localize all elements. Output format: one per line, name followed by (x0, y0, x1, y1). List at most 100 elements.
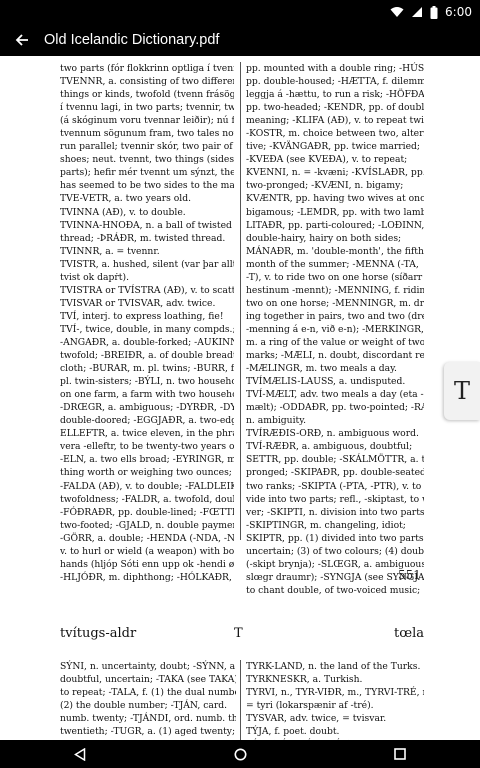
text-line: month of the summer; -MENNA (-TA, (246, 258, 419, 270)
text-line: thread; -ÞRÁÐR, m. twisted thread. (60, 232, 226, 244)
nav-recents-button[interactable] (320, 740, 480, 768)
text-line: m. a ring of the value or weight of two (246, 336, 424, 348)
navigation-bar (0, 740, 480, 768)
wifi-icon (390, 7, 404, 17)
text-line: parts); hefir mér tvennt um sýnzt, there (60, 167, 234, 179)
page-right-column: pp. mounted with a double ring; -HÚSAÐR,… (246, 62, 424, 597)
text-line: TVINNA-HNOÐA, n. a ball of twisted (60, 219, 232, 231)
status-bar: 6:00 (0, 0, 480, 24)
text-line: pl. twin-sisters; -BÝLI, n. two househol… (60, 376, 234, 388)
text-line: pp. mounted with a double ring; -HÚSAÐR, (246, 63, 424, 74)
column-divider (240, 660, 241, 740)
text-line: to chant double, of two-voiced music; (246, 584, 421, 596)
text-line: vide into two parts; refl., -skiptast, t… (246, 493, 424, 505)
text-line: to repeat; -TALA, f. (1) the dual number… (60, 687, 236, 699)
text-line: TVINNR, a. = tvennr. (60, 245, 160, 257)
text-line: TVÍ, interj. to express loathing, fie! (60, 310, 224, 322)
nav-back-icon (74, 747, 86, 761)
battery-icon (430, 5, 438, 19)
text-line: TVÍ-RÆÐR, a. ambiguous, doubtful; (246, 441, 413, 453)
text-line: on one farm, a farm with two households; (60, 389, 234, 401)
text-line: hestinum -mennt); -MENNING, f. riding (246, 284, 424, 296)
text-line: run parallel; tvennir skór, two pair of (60, 141, 233, 153)
text-line: n. ambiguity. (246, 415, 307, 427)
text-line: pronged; -SKIPAÐR, pp. double-seated, in (246, 467, 424, 479)
text-line: TVISTR, a. hushed, silent (var þar allt (60, 258, 234, 270)
text-line: -MÆLINGR, m. two meals a day. (246, 363, 397, 375)
app-bar: Old Icelandic Dictionary.pdf (0, 24, 480, 56)
nav-home-button[interactable] (160, 740, 320, 768)
text-line: double-doored; -EGGJAÐR, a. two-edged; (60, 415, 234, 427)
text-line: ELLEFTR, a. twice eleven, in the phrase, (60, 428, 234, 440)
text-line: numb. twenty; -TJÁNDI, ord. numb. the (60, 713, 236, 725)
text-line: TVE-VETR, a. two years old. (60, 193, 192, 205)
text-line: uncertain; (3) of two colours; (4) doubl… (246, 545, 424, 557)
nav-home-icon (234, 748, 246, 760)
back-button[interactable] (0, 24, 44, 56)
text-line: -KVEÐA (see KVEÐA), v. to repeat; (246, 154, 408, 166)
text-line: bigamous; -LEMDR, pp. with two lambs; (246, 206, 424, 218)
text-line: -FÓÐRAÐR, pp. double-lined; -FŒTTR, a. (60, 506, 234, 518)
running-head-left: tvítugs-aldr (60, 626, 137, 641)
text-line: leggja á -hættu, to run a risk; -HÖFÐAÐR… (246, 89, 424, 101)
text-line: tvist ok dapṙt). (60, 271, 129, 283)
text-line: (2) the double number; -TJÁN, card. (60, 700, 228, 712)
text-line: TVISVAR or TVISVAR, adv. twice. (60, 297, 216, 309)
text-line: -T), v. to ride two on one horse (síðarr… (246, 271, 424, 283)
text-line: two ranks; -SKIPTA (-PTA, -PTR), v. to d… (246, 480, 424, 492)
status-time: 6:00 (445, 5, 472, 19)
text-line: -SKIPTINGR, m. changeling, idiot; (246, 519, 406, 531)
text-line: doubtful, uncertain; -TAKA (see TAKA), v… (60, 674, 236, 686)
text-line: (á skóginum voru tvennar leiðir); nú fer… (60, 115, 234, 127)
text-line: -ELN, a. two ells broad; -EYRINGR, m. a (60, 454, 234, 466)
text-line: -menning á e-n, við e-n); -MERKINGR, (246, 323, 424, 335)
text-line: -HLJÓÐR, m. diphthong; -HÓLKAÐR, (60, 571, 232, 583)
text-selection-button[interactable]: T (444, 362, 480, 420)
signal-icon (412, 7, 423, 17)
text-line: TVÍRÆÐIS-ORÐ, n. ambiguous word. (246, 428, 419, 440)
text-line: ver; -SKIPTI, n. division into two parts… (246, 506, 424, 518)
text-line: ing together in pairs, two and two (drek… (246, 310, 424, 322)
text-line: TYRKNESKR, a. Turkish. (246, 674, 363, 686)
text-line: = tyri (lokarspænir af -tré). (246, 700, 374, 712)
text-line: shoes; neut. tvennt, two things (sides, (60, 154, 234, 166)
text-line: v. to hurl or wield (a weapon) with both (60, 545, 234, 557)
text-line: double-hairy, hairy on both sides; (246, 232, 402, 244)
document-title: Old Icelandic Dictionary.pdf (44, 32, 220, 48)
text-line: TVÍMÆLIS-LAUSS, a. undisputed. (246, 376, 406, 388)
text-line: TYSVAR, adv. twice, = tvisvar. (246, 713, 387, 725)
text-line: twofold; -BREIÐR, a. of double breadth, … (60, 350, 234, 362)
text-line: TVÍ-MÆLT, adv. two meals a day (eta - (246, 389, 424, 401)
text-line: TVINNA (AÐ), v. to double. (60, 206, 186, 218)
text-line: two-pronged; -KVÆNI, n. bigamy; (246, 180, 404, 192)
text-line: pp. two-headed; -KENDR, pp. of double (246, 102, 424, 114)
text-line: SÝNI, n. uncertainty, doubt; -SÝNN, a. (60, 661, 236, 672)
arrow-back-icon (15, 34, 28, 46)
text-line: twofoldness; -FALDR, a. twofold, double; (60, 493, 234, 505)
text-line: -KOSTR, m. choice between two, alterna- (246, 128, 424, 140)
text-line: -DRŒGR, a. ambiguous; -DYRÐR, -DYRR, a. (60, 402, 234, 414)
text-line: -ANGAÐR, a. double-forked; -AUKINN, pp. (60, 336, 234, 348)
running-head-right: tœla (394, 626, 424, 641)
text-line: two-footed; -GJALD, n. double payment; (60, 519, 234, 531)
text-line: tvennum sögunum fram, two tales now (60, 128, 234, 140)
pdf-viewer[interactable]: two parts (fór flokkrinn optliga í tvenn… (0, 56, 480, 740)
page-number: 551 (398, 568, 421, 582)
text-line: vera -elleftr, to be twenty-two years ol… (60, 441, 234, 453)
text-line: pp. double-housed; -HÆTTA, f. dilemma; (246, 76, 424, 88)
text-line: SETTR, pp. double; -SKÁLMÖTTR, a. two- (246, 454, 424, 466)
nav-back-button[interactable] (0, 740, 160, 768)
text-line: -GÖRR, a. double; -HENDA (-NDA, -NDR), (60, 532, 234, 544)
running-head-letter: T (234, 626, 243, 641)
text-line: meaning; -KLIFA (AÐ), v. to repeat twice… (246, 115, 424, 127)
text-line: TYRVI, n., TYR-VIÐR, m., TYRVI-TRÉ, n. (246, 687, 424, 699)
text-line: LITAÐR, pp. parti-coloured; -LOÐINN, a. (246, 219, 424, 231)
text-line: things or kinds, twofold (tvenn frásögn)… (60, 89, 234, 101)
text-line: marks; -MÆLI, n. doubt, discordant repor… (246, 350, 424, 362)
text-line: TÝJA, f. poet. doubt. (246, 726, 340, 738)
text-line: SKIPTR, pp. (1) divided into two parts; … (246, 532, 424, 544)
text-line: -FALDA (AÐ), v. to double; -FALDLEIKR, m… (60, 480, 234, 492)
text-line: í tvennu lagi, in two parts; tvennir, tw… (60, 102, 234, 114)
text-line: TVENNR, a. consisting of two different (60, 76, 234, 88)
text-selection-icon: T (453, 377, 470, 405)
